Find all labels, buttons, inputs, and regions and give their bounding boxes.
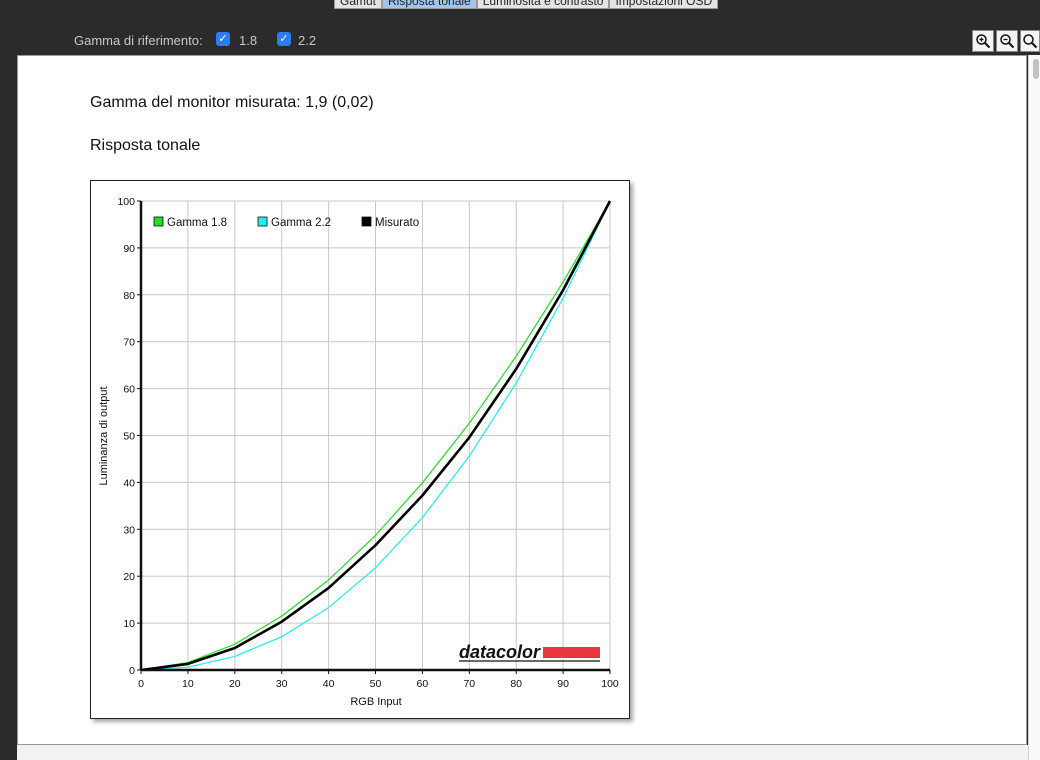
measured-gamma-text: Gamma del monitor misurata: 1,9 (0,02): [90, 94, 374, 111]
legend-swatch-gamma-22: [257, 216, 268, 227]
x-tick-label: 60: [417, 678, 429, 690]
chart-axes: [137, 200, 611, 674]
legend-swatch-misurato: [361, 216, 372, 227]
y-axis-label: Luminanza di output: [98, 386, 110, 485]
zoom-out-button[interactable]: [996, 30, 1018, 52]
legend-label-gamma-22: Gamma 2.2: [271, 217, 331, 229]
zoom-fit-button[interactable]: [1020, 30, 1040, 52]
reference-gamma-toolbar: Gamma di riferimento: ✓ 1.8 ✓ 2.2: [0, 28, 1040, 52]
tab-gamut[interactable]: Gamut: [334, 0, 383, 9]
x-tick-labels: 0 10 20 30 40 50 60 70 80 90 100: [138, 678, 619, 690]
chart-grid: [141, 200, 611, 670]
x-tick-label: 30: [276, 678, 288, 690]
y-tick-label: 30: [123, 524, 135, 536]
x-tick-label: 20: [229, 678, 241, 690]
x-tick-label: 80: [510, 678, 522, 690]
x-tick-label: 10: [182, 678, 194, 690]
x-tick-label: 50: [370, 678, 382, 690]
datacolor-logo-text: datacolor: [459, 642, 541, 662]
zoom-out-icon: [1000, 34, 1015, 49]
x-tick-label: 0: [138, 678, 144, 690]
zoom-in-icon: [976, 34, 991, 49]
zoom-fit-icon: [1023, 34, 1038, 49]
chart-svg: 0 10 20 30 40 50 60 70 80 90 100 0 10 20 30 40 50 60 70 80…: [98, 196, 619, 708]
y-tick-labels: 0 10 20 30 40 50 60 70 80 90 100: [117, 196, 135, 677]
gamma-22-checkbox-label: 2.2: [298, 33, 317, 48]
tab-luminosita-contrasto[interactable]: Luminosità e contrasto: [476, 0, 610, 9]
x-tick-label: 70: [463, 678, 475, 690]
x-tick-label: 90: [557, 678, 569, 690]
tonal-response-chart: 0 10 20 30 40 50 60 70 80 90 100 0 10 20 30 40 50 60 70 80…: [90, 180, 630, 719]
gamma-22-checkbox[interactable]: ✓: [277, 32, 291, 46]
y-tick-label: 60: [123, 384, 135, 396]
y-tick-label: 90: [123, 243, 135, 255]
y-tick-label: 100: [117, 196, 135, 208]
gamma-18-checkbox-label: 1.8: [239, 33, 258, 48]
section-title: Risposta tonale: [90, 137, 201, 154]
y-tick-label: 10: [123, 618, 135, 630]
legend-label-gamma-18: Gamma 1.8: [167, 217, 227, 229]
bottom-strip: [17, 745, 1028, 760]
tab-risposta-tonale[interactable]: Risposta tonale: [382, 0, 477, 9]
x-tick-label: 100: [601, 678, 619, 690]
legend-swatch-gamma-18: [153, 216, 164, 227]
x-tick-label: 40: [323, 678, 335, 690]
y-tick-label: 0: [129, 665, 135, 677]
y-tick-label: 80: [123, 290, 135, 302]
x-axis-label: RGB Input: [350, 696, 401, 708]
y-tick-label: 70: [123, 337, 135, 349]
y-tick-label: 40: [123, 477, 135, 489]
reference-gamma-label: Gamma di riferimento:: [74, 33, 203, 48]
legend-label-misurato: Misurato: [375, 217, 419, 229]
chart-legend: Gamma 1.8 Gamma 2.2 Misurato: [153, 216, 419, 229]
y-tick-label: 50: [123, 431, 135, 443]
zoom-in-button[interactable]: [972, 30, 994, 52]
tab-impostazioni-osd[interactable]: Impostazioni OSD: [609, 0, 719, 9]
datacolor-logo: datacolor: [459, 642, 600, 662]
datacolor-logo-bar: [543, 647, 600, 658]
y-tick-label: 20: [123, 571, 135, 583]
scrollbar-thumb[interactable]: [1033, 59, 1039, 79]
vertical-scrollbar[interactable]: [1028, 55, 1040, 760]
tab-bar: Gamut Risposta tonale Luminosità e contr…: [334, 0, 719, 9]
gamma-18-checkbox[interactable]: ✓: [216, 32, 230, 46]
